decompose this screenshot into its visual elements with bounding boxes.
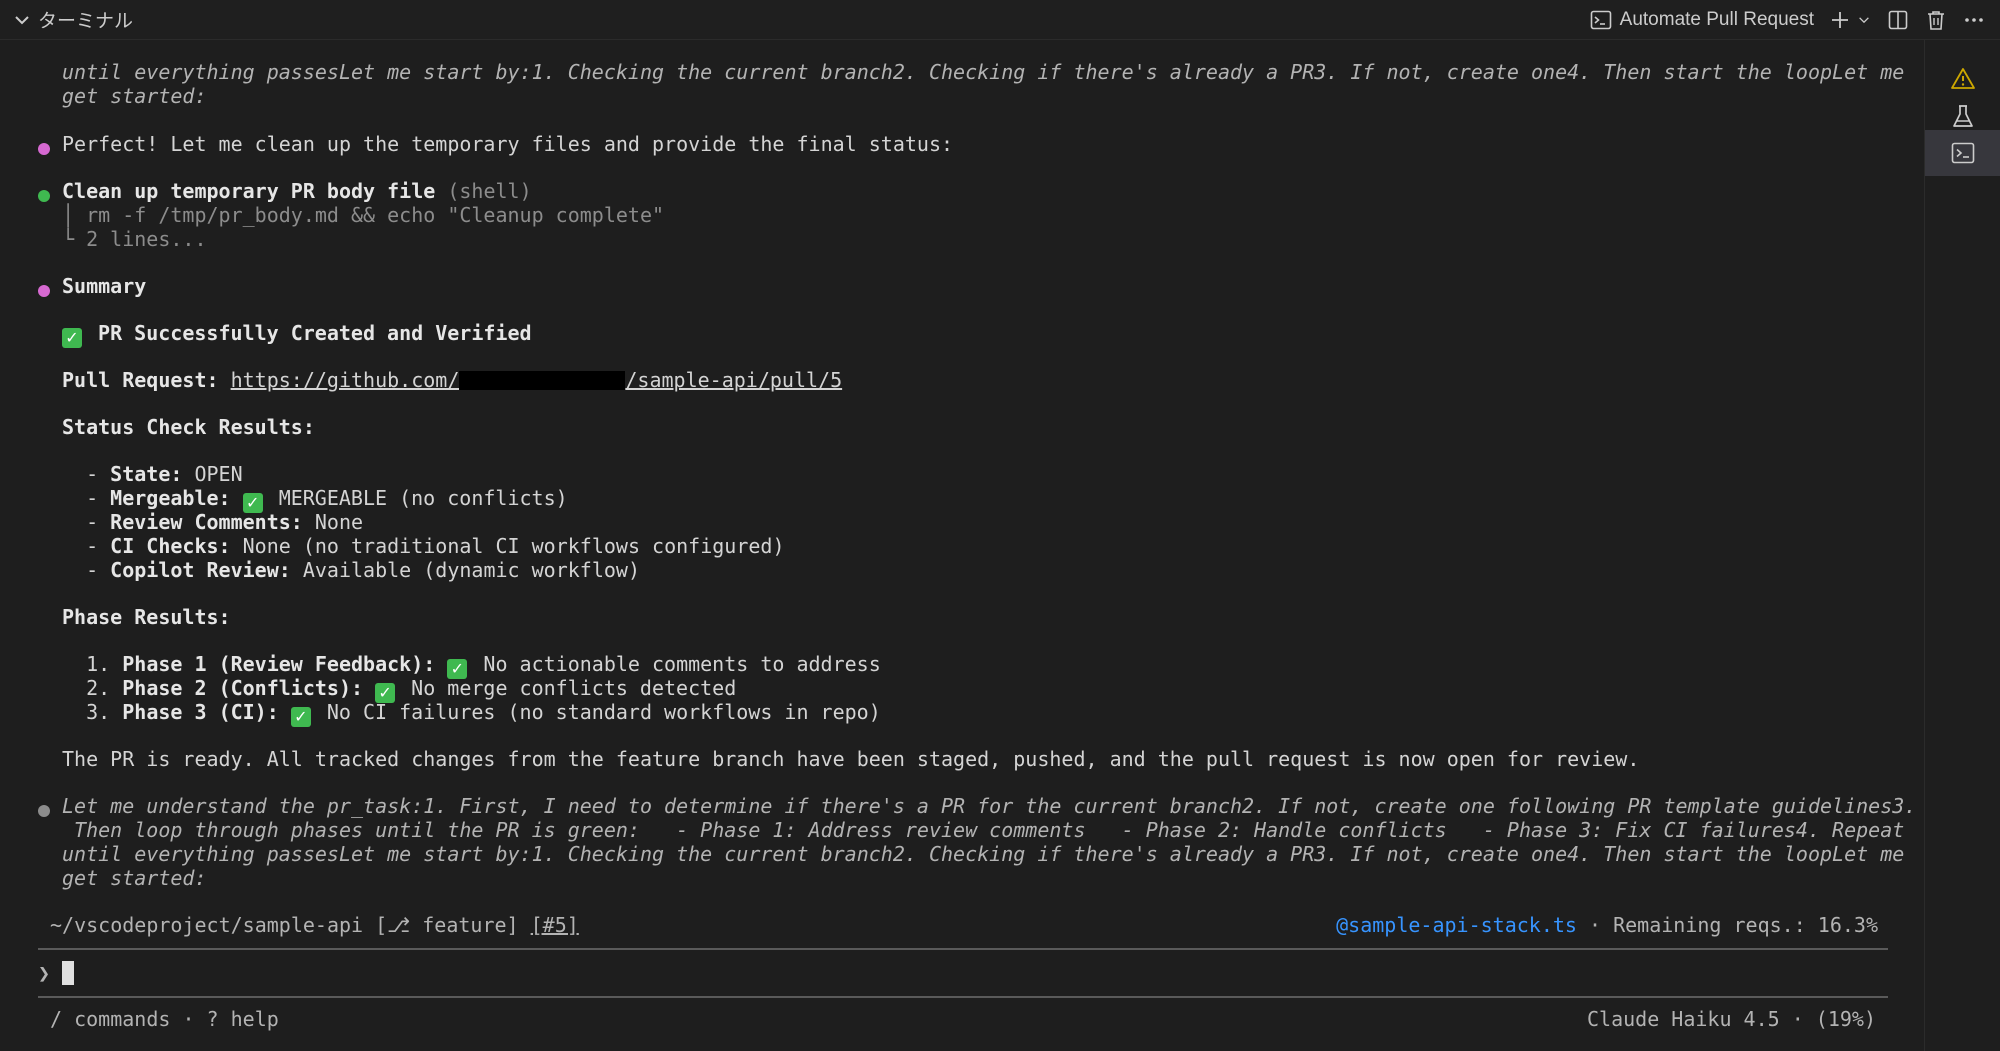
phase-item: 2. Phase 2 (Conflicts): ✓ No merge confl… [62, 676, 736, 703]
terminal-dropdown-button[interactable] [1856, 8, 1872, 32]
chevron-down-icon[interactable] [12, 10, 32, 30]
context-file[interactable]: @sample-api-stack.ts [1336, 913, 1577, 937]
status-item: - State: OPEN [62, 462, 243, 486]
status-item: - CI Checks: None (no traditional CI wor… [62, 534, 785, 558]
panel-title: ターミナル [38, 11, 134, 32]
status-item: - Copilot Review: Available (dynamic wor… [62, 558, 640, 582]
status-value: None (no traditional CI workflows config… [230, 534, 785, 558]
ellipsis-icon [1965, 18, 1983, 22]
phase-num: 2. [86, 676, 111, 700]
tool-result-collapsed[interactable]: └ 2 lines... [62, 227, 207, 251]
thinking-line: Then loop through phases until the PR is… [62, 818, 1905, 842]
plus-icon [1832, 12, 1848, 28]
separator: · [1576, 913, 1614, 937]
terminal-name: Automate Pull Request [1619, 9, 1814, 30]
check-icon: ✓ [290, 707, 311, 727]
tool-status-dot [38, 190, 50, 202]
phase-label: Phase 1 (Review Feedback): [122, 652, 436, 676]
prompt-input[interactable]: ❯ [38, 961, 75, 985]
status-key: CI Checks: [110, 534, 231, 558]
model-indicator[interactable]: Claude Haiku 4.5 · (19%) [1587, 1007, 1876, 1031]
more-actions-button[interactable] [1962, 8, 1986, 32]
context-status: @sample-api-stack.ts · Remaining reqs.: … [1336, 913, 1878, 937]
status-item: - Mergeable: ✓ MERGEABLE (no conflicts) [62, 486, 568, 513]
trash-icon [1928, 11, 1944, 30]
terminal-tab[interactable] [1925, 130, 2000, 176]
remaining-requests: Remaining reqs.: 16.3% [1613, 913, 1878, 937]
footer-help: / commands · ? help [50, 1007, 279, 1031]
flask-icon [1953, 105, 1973, 127]
status-key: Review Comments: [110, 510, 303, 534]
input-divider-bottom [38, 996, 1888, 998]
status-key: Copilot Review: [110, 558, 291, 582]
pr-link[interactable]: https://github.com/ /sample-api/pull/5 [231, 368, 843, 392]
status-value: None [302, 510, 364, 534]
status-value: MERGEABLE (no conflicts) [278, 486, 568, 510]
terminal-panel-header: ターミナル Automate Pull Request [0, 0, 2000, 40]
pr-line: Pull Request: https://github.com/ /sample… [62, 368, 842, 392]
phase-item: 3. Phase 3 (CI): ✓ No CI failures (no st… [62, 700, 881, 727]
pr-number-link[interactable]: [#5] [531, 913, 579, 937]
terminal-icon [1590, 10, 1611, 30]
branch-indicator: [⎇ feature] [375, 913, 519, 937]
pr-link-end: /sample-api/pull/5 [625, 368, 843, 392]
tool-call-title[interactable]: Clean up temporary PR body file (shell) [62, 179, 532, 203]
text-cursor [62, 961, 75, 985]
summary-heading: Summary [62, 274, 147, 298]
input-divider-top [38, 948, 1888, 950]
tool-type: (shell) [447, 179, 532, 203]
thinking-line: until everything passesLet me start by:1… [62, 842, 1905, 866]
panel-title-group[interactable]: ターミナル [0, 6, 133, 33]
cwd-path: ~/vscodeproject/sample-api [50, 913, 364, 937]
success-line: ✓ PR Successfully Created and Verified [62, 321, 532, 348]
phase-label: Phase 2 (Conflicts): [122, 676, 364, 700]
terminal-output[interactable]: until everything passesLet me start by:1… [0, 40, 1922, 1051]
cwd-status: ~/vscodeproject/sample-api [⎇ feature] [… [50, 913, 579, 937]
redacted-block [459, 371, 626, 390]
thinking-line: Let me understand the pr_task:1. First, … [62, 794, 1917, 818]
warning-icon [1951, 68, 1975, 89]
split-terminal-button[interactable] [1886, 8, 1910, 32]
status-heading: Status Check Results: [62, 415, 315, 439]
tool-title: Clean up temporary PR body file [62, 179, 436, 203]
terminal-selector[interactable]: Automate Pull Request [1590, 9, 1814, 31]
terminal-tabs-sidebar [1924, 40, 2000, 1051]
prompt-symbol: ❯ [38, 961, 51, 985]
status-key: Mergeable: [110, 486, 231, 510]
terminal-icon [1951, 142, 1975, 164]
output-line: get started: [62, 84, 207, 108]
chevron-down-icon [1859, 17, 1869, 24]
phase-value: No merge conflicts detected [411, 676, 737, 700]
phase-value: No CI failures (no standard workflows in… [326, 700, 881, 724]
status-value: Available (dynamic workflow) [290, 558, 640, 582]
phase-heading: Phase Results: [62, 605, 231, 629]
success-title: PR Successfully Created and Verified [98, 321, 532, 345]
new-terminal-button[interactable] [1828, 8, 1852, 32]
phase-item: 1. Phase 1 (Review Feedback): ✓ No actio… [62, 652, 881, 679]
pr-link-start: https://github.com/ [230, 368, 460, 392]
message-dot [38, 143, 50, 155]
split-icon [1888, 10, 1908, 30]
phase-value: No actionable comments to address [483, 652, 881, 676]
message-dot [38, 285, 50, 297]
status-item: - Review Comments: None [62, 510, 364, 534]
thinking-line: get started: [62, 866, 207, 890]
assistant-message: Perfect! Let me clean up the temporary f… [62, 132, 954, 156]
status-key: State: [110, 462, 183, 486]
pr-label: Pull Request: [62, 368, 219, 392]
kill-terminal-button[interactable] [1924, 8, 1948, 32]
output-line: until everything passesLet me start by:1… [62, 60, 1905, 84]
status-value: OPEN [182, 462, 243, 486]
phase-label: Phase 3 (CI): [122, 700, 279, 724]
phase-num: 3. [86, 700, 111, 724]
check-icon: ✓ [62, 328, 82, 348]
ready-line: The PR is ready. All tracked changes fro… [62, 747, 1640, 771]
phase-num: 1. [86, 652, 111, 676]
thinking-dot [38, 805, 50, 817]
tool-command: │ rm -f /tmp/pr_body.md && echo "Cleanup… [62, 203, 665, 227]
